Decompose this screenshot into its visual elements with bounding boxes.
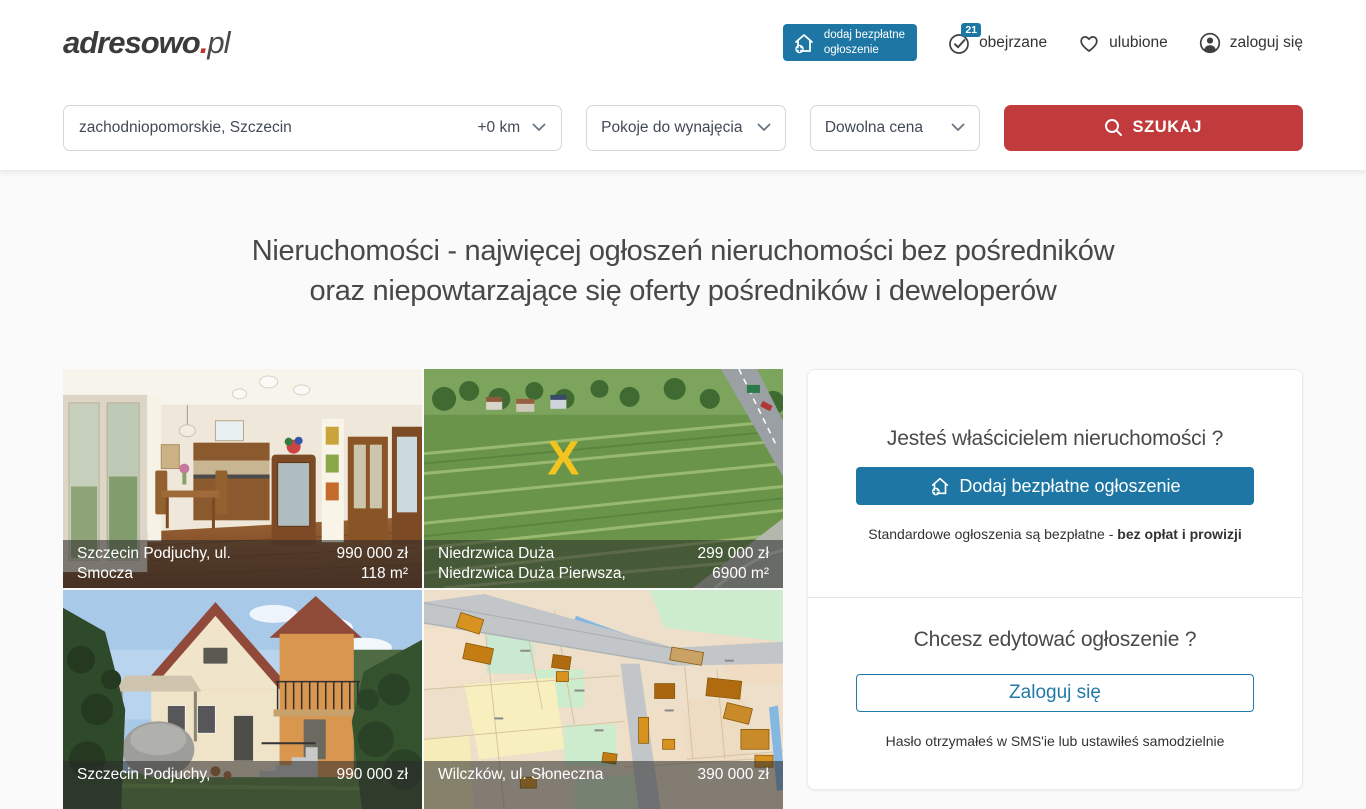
add-listing-button-sidebar[interactable]: Dodaj bezpłatne ogłoszenie <box>856 467 1254 505</box>
chevron-down-icon <box>757 123 771 132</box>
chevron-down-icon <box>951 123 965 132</box>
listing-location: Szczecin Podjuchy, ul. <box>77 544 231 564</box>
nav-favorites-label: ulubione <box>1109 34 1168 52</box>
edit-title: Chcesz edytować ogłoszenie ? <box>856 628 1254 652</box>
add-listing-label: dodaj bezpłatne ogłoszenie <box>824 28 905 58</box>
magnifier-icon <box>1104 118 1123 137</box>
listing-location: Wilczków, ul. Słoneczna <box>438 765 603 785</box>
login-button-label: Zaloguj się <box>1009 682 1101 704</box>
nav-favorites[interactable]: ulubione <box>1077 31 1168 55</box>
logo-name: adresowo <box>63 25 200 60</box>
header: adresowo.pl dodaj bezpłatne ogłoszenie 2… <box>0 0 1366 85</box>
property-type-value: Pokoje do wynajęcia <box>601 119 742 137</box>
search-button-label: SZUKAJ <box>1132 118 1202 137</box>
user-circle-icon <box>1198 31 1222 55</box>
sidebar-panel: Jesteś właścicielem nieruchomości ? Doda… <box>807 369 1303 790</box>
owner-section: Jesteś właścicielem nieruchomości ? Doda… <box>808 370 1302 597</box>
header-nav: dodaj bezpłatne ogłoszenie 21 obejrzane … <box>783 24 1303 61</box>
heart-icon <box>1077 31 1101 55</box>
check-circle-icon: 21 <box>947 31 971 55</box>
radius-value[interactable]: +0 km <box>477 119 520 137</box>
listing-card[interactable]: X Niedrzwica Duża Niedrzwica Duża Pierws… <box>424 369 783 588</box>
logo-tld: pl <box>207 25 229 60</box>
nav-viewed[interactable]: 21 obejrzane <box>947 31 1047 55</box>
nav-login-label: zaloguj się <box>1230 34 1303 52</box>
login-button[interactable]: Zaloguj się <box>856 674 1254 712</box>
listing-caption: Szczecin Podjuchy, 990 000 zł <box>63 761 422 809</box>
listing-area: 6900 m² <box>697 564 769 584</box>
house-plus-icon <box>929 475 951 497</box>
edit-section: Chcesz edytować ogłoszenie ? Zaloguj się… <box>808 598 1302 789</box>
listing-card[interactable]: Szczecin Podjuchy, ul. Smocza 990 000 zł… <box>63 369 422 588</box>
owner-note: Standardowe ogłoszenia są bezpłatne - be… <box>856 526 1254 542</box>
page-title: Nieruchomości - najwięcej ogłoszeń nieru… <box>0 171 1366 311</box>
listing-caption: Niedrzwica Duża Niedrzwica Duża Pierwsza… <box>424 540 783 588</box>
search-bar: zachodniopomorskie, Szczecin +0 km Pokoj… <box>0 85 1366 171</box>
add-listing-sidebar-label: Dodaj bezpłatne ogłoszenie <box>959 476 1180 497</box>
listing-caption: Szczecin Podjuchy, ul. Smocza 990 000 zł… <box>63 540 422 588</box>
listing-card[interactable]: Wilczków, ul. Słoneczna 390 000 zł <box>424 590 783 809</box>
viewed-count-badge: 21 <box>961 23 981 38</box>
content: Szczecin Podjuchy, ul. Smocza 990 000 zł… <box>0 311 1366 809</box>
nav-login[interactable]: zaloguj się <box>1198 31 1303 55</box>
location-value: zachodniopomorskie, Szczecin <box>79 119 477 137</box>
price-value: Dowolna cena <box>825 119 923 137</box>
listing-location: Niedrzwica Duża <box>438 544 626 564</box>
listing-area: 118 m² <box>336 564 408 584</box>
add-listing-button[interactable]: dodaj bezpłatne ogłoszenie <box>783 24 917 61</box>
property-type-select[interactable]: Pokoje do wynajęcia <box>586 105 786 151</box>
location-input[interactable]: zachodniopomorskie, Szczecin +0 km <box>63 105 562 151</box>
listing-area <box>336 785 408 805</box>
listing-price: 990 000 zł <box>336 765 408 785</box>
listing-card[interactable]: Szczecin Podjuchy, 990 000 zł <box>63 590 422 809</box>
listings-grid: Szczecin Podjuchy, ul. Smocza 990 000 zł… <box>63 369 783 809</box>
listing-price: 990 000 zł <box>336 544 408 564</box>
listing-location: Szczecin Podjuchy, <box>77 765 210 785</box>
listing-price: 390 000 zł <box>697 765 769 785</box>
logo[interactable]: adresowo.pl <box>63 25 229 61</box>
listing-price: 299 000 zł <box>697 544 769 564</box>
svg-text:X: X <box>547 433 579 486</box>
edit-note: Hasło otrzymałeś w SMS'ie lub ustawiłeś … <box>856 733 1254 749</box>
house-plus-icon <box>792 31 816 55</box>
price-select[interactable]: Dowolna cena <box>810 105 980 151</box>
chevron-down-icon <box>532 123 546 132</box>
nav-viewed-label: obejrzane <box>979 34 1047 52</box>
listing-caption: Wilczków, ul. Słoneczna 390 000 zł <box>424 761 783 809</box>
main: Nieruchomości - najwięcej ogłoszeń nieru… <box>0 171 1366 809</box>
search-button[interactable]: SZUKAJ <box>1004 105 1303 151</box>
listing-area <box>697 785 769 805</box>
owner-title: Jesteś właścicielem nieruchomości ? <box>856 427 1254 451</box>
